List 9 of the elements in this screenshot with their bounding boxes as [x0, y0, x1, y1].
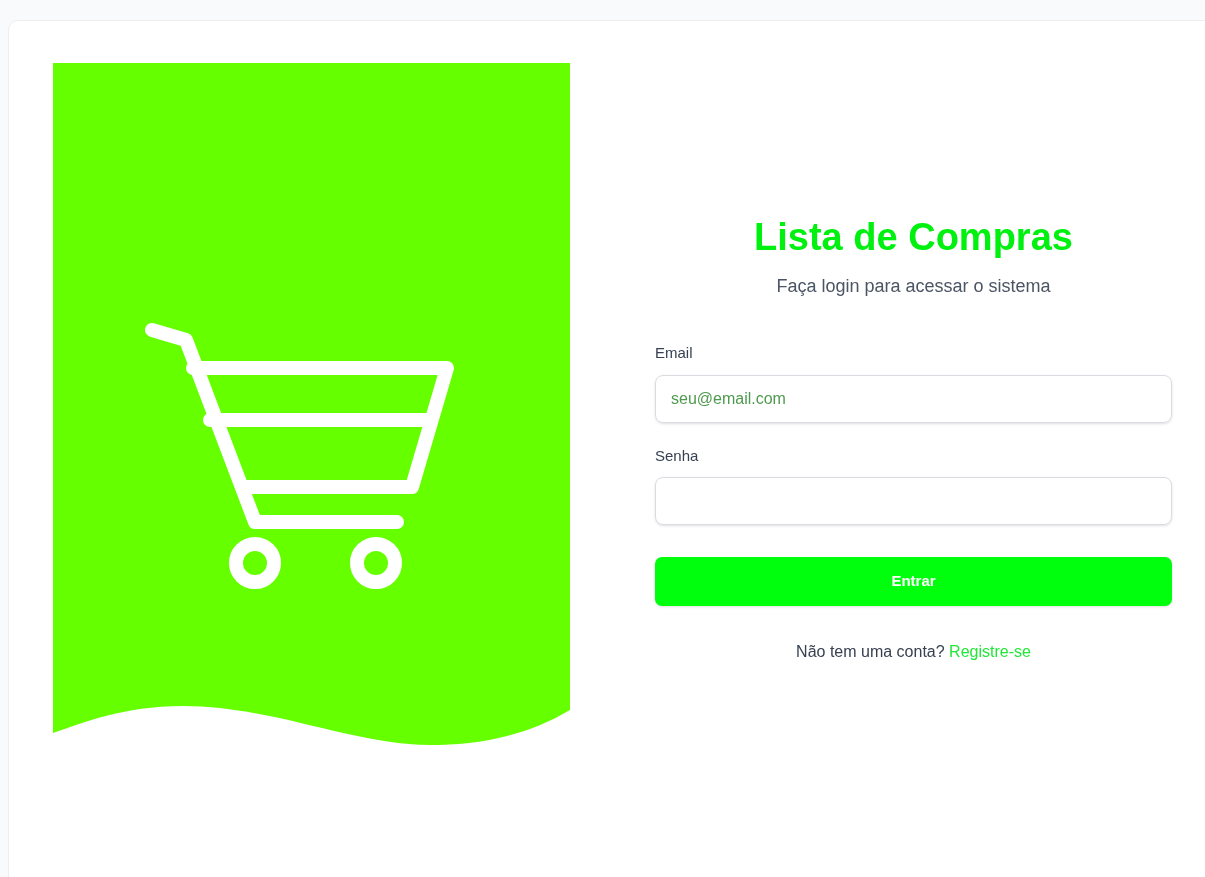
input-field[interactable]: seu@email.com	[655, 374, 1172, 423]
field-label: Senha	[655, 445, 700, 466]
login-subtitle: Faça login para acessar o sistema	[775, 275, 1052, 298]
register-link[interactable]: Registre-se	[949, 643, 1031, 660]
login-button[interactable]: Entrar	[655, 557, 1172, 606]
signup-prompt: Não tem uma conta?	[796, 643, 945, 660]
app-title: Lista de Compras	[753, 215, 1074, 260]
input-field[interactable]	[655, 477, 1172, 525]
field-label: Email	[655, 343, 694, 363]
